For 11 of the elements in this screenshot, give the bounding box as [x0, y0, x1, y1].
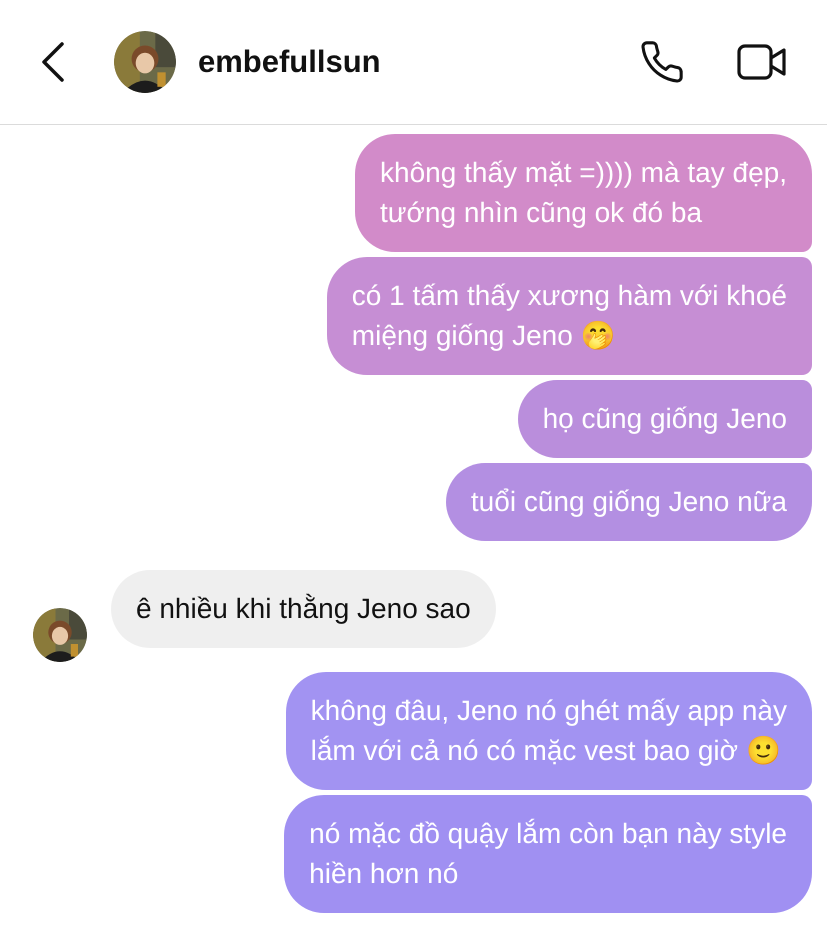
back-icon[interactable] [40, 41, 66, 83]
sent-message: không thấy mặt =)))) mà tay đẹp, tướng nhìn cũng ok đó ba [355, 134, 812, 252]
sent-message: không đâu, Jeno nó ghét mấy app này lắm với cả nó có mặc vest bao giờ 🙂 [286, 672, 812, 790]
sent-message: tuổi cũng giống Jeno nữa [446, 463, 812, 541]
phone-icon[interactable] [639, 39, 685, 85]
sent-message: có 1 tấm thấy xương hàm với khoé miệng giống Jeno 🤭 [326, 257, 812, 375]
sent-message: nó mặc đồ quậy lắm còn bạn này style hiền hơn nó [284, 795, 812, 913]
sent-message: họ cũng giống Jeno [518, 380, 812, 458]
username[interactable]: embefullsun [198, 38, 381, 86]
received-message: ê nhiều khi thằng Jeno sao [111, 570, 496, 648]
video-call-icon[interactable] [737, 42, 787, 82]
